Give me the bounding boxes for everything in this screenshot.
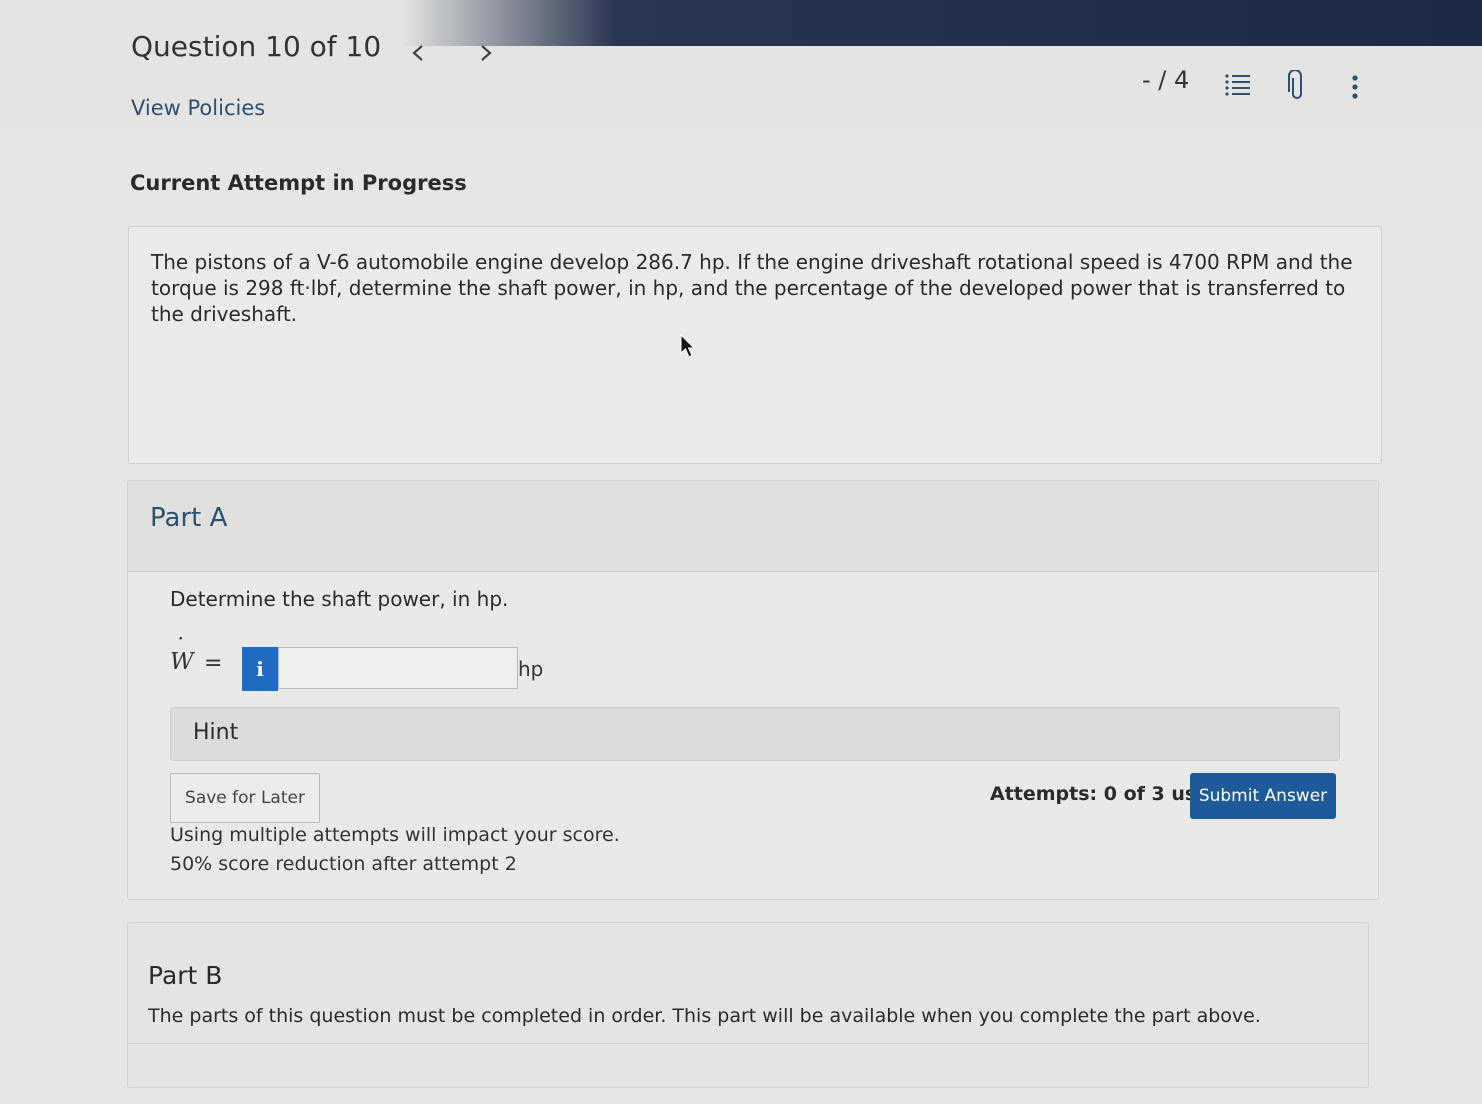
view-policies-link[interactable]: View Policies [131, 96, 265, 120]
more-vertical-icon[interactable] [1350, 74, 1360, 104]
equals-sign: = [204, 651, 223, 676]
submit-answer-button[interactable]: Submit Answer [1190, 773, 1336, 819]
score-display: - / 4 [1142, 66, 1190, 94]
unit-label: hp [518, 657, 544, 681]
hint-toggle[interactable]: Hint [170, 707, 1340, 761]
mouse-cursor-icon [680, 333, 696, 364]
chevron-right-icon[interactable] [478, 40, 494, 73]
part-a-header[interactable]: Part A [128, 481, 1378, 572]
part-b-panel: Part B The parts of this question must b… [127, 922, 1369, 1088]
question-title: Question 10 of 10 [131, 30, 382, 63]
attempts-warning: Using multiple attempts will impact your… [170, 824, 620, 846]
hint-label: Hint [193, 720, 239, 745]
score-reduction-note: 50% score reduction after attempt 2 [170, 853, 517, 875]
list-icon[interactable] [1224, 72, 1252, 102]
part-b-title: Part B [148, 961, 223, 990]
info-button[interactable]: i [242, 647, 278, 691]
variable-label: ˙ W [170, 635, 194, 675]
paperclip-icon[interactable] [1286, 69, 1308, 106]
part-a-title: Part A [150, 503, 228, 533]
variable-dot: ˙ [175, 635, 187, 661]
question-text: The pistons of a V-6 automobile engine d… [151, 250, 1353, 326]
attempt-heading: Current Attempt in Progress [130, 171, 467, 195]
top-dark-bar [400, 0, 1482, 46]
chevron-left-icon[interactable] [410, 40, 426, 73]
part-a-panel: Part A Determine the shaft power, in hp.… [127, 480, 1379, 900]
part-b-divider [128, 1043, 1368, 1044]
question-box: The pistons of a V-6 automobile engine d… [128, 226, 1382, 464]
save-for-later-button[interactable]: Save for Later [170, 773, 320, 823]
part-a-prompt: Determine the shaft power, in hp. [170, 587, 509, 611]
part-b-locked-text: The parts of this question must be compl… [148, 1005, 1261, 1027]
answer-input[interactable] [278, 647, 518, 689]
attempts-counter: Attempts: 0 of 3 used [990, 783, 1223, 805]
